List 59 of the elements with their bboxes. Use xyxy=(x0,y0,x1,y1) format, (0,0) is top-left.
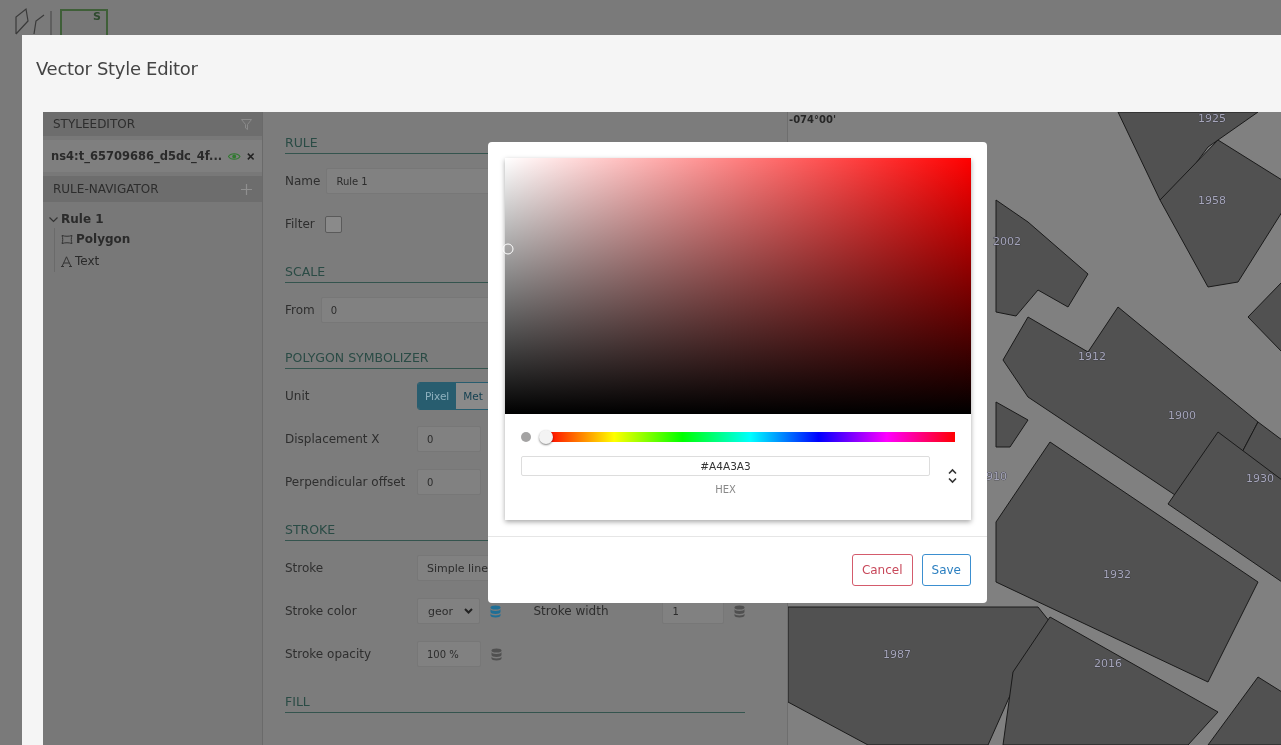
field-label: Filter xyxy=(285,217,315,231)
field-label: Stroke opacity xyxy=(285,647,373,661)
hue-slider-thumb[interactable] xyxy=(539,430,553,444)
parcel-label: 910 xyxy=(986,470,1007,483)
parcel-label: 1930 xyxy=(1246,472,1274,485)
saturation-brightness-area[interactable] xyxy=(505,158,971,414)
database-icon[interactable] xyxy=(490,604,502,618)
save-button[interactable]: Save xyxy=(921,554,971,586)
plus-icon[interactable] xyxy=(241,183,252,195)
hue-slider[interactable] xyxy=(539,430,955,444)
layer-name: ns4:t_65709686_d5dc_4f... xyxy=(51,149,223,163)
parcel-label: 1900 xyxy=(1168,409,1196,422)
parcel-label: 1932 xyxy=(1103,568,1131,581)
field-label: Stroke width xyxy=(533,604,610,618)
tree-item[interactable]: Rule 1 xyxy=(61,212,104,226)
logo-letter: S xyxy=(93,10,101,23)
field-label: Name xyxy=(285,174,321,188)
filter-icon[interactable] xyxy=(241,118,252,130)
text-icon xyxy=(61,255,72,267)
tree-item[interactable]: Text xyxy=(75,254,100,268)
database-icon[interactable] xyxy=(491,647,502,661)
window-title: Vector Style Editor xyxy=(36,58,198,79)
number-field[interactable]: 0 xyxy=(417,469,481,495)
select-field[interactable]: geor xyxy=(417,598,481,624)
chevron-down-icon[interactable] xyxy=(49,215,58,223)
panel-title: RULE-NAVIGATOR xyxy=(53,182,159,196)
field-label: Stroke xyxy=(285,561,325,575)
field-label: From xyxy=(285,303,315,317)
section-heading: FILL xyxy=(285,695,745,713)
format-label: HEX xyxy=(715,484,736,495)
cancel-button[interactable]: Cancel xyxy=(851,554,913,586)
panel-title: STYLEEDITOR xyxy=(53,117,136,131)
map-tool-icon[interactable] xyxy=(14,7,52,35)
field-label: Unit xyxy=(285,389,311,403)
layer-row[interactable]: ns4:t_65709686_d5dc_4f... xyxy=(43,140,262,172)
number-field[interactable]: 0 xyxy=(417,426,481,452)
number-field[interactable]: 100 % xyxy=(417,641,481,667)
close-icon[interactable] xyxy=(246,151,254,161)
unit-toggle-option[interactable]: Met xyxy=(456,383,490,409)
field-label: Stroke color xyxy=(285,604,358,618)
database-icon[interactable] xyxy=(734,604,745,618)
parcel-label: 1912 xyxy=(1078,350,1106,363)
checkbox[interactable] xyxy=(324,215,342,233)
chevron-down-icon xyxy=(464,608,474,614)
polygon-icon xyxy=(61,233,73,245)
field-label: Displacement X xyxy=(285,432,381,446)
eye-icon[interactable] xyxy=(228,150,241,162)
coordinate-label: -074°00' xyxy=(789,114,836,125)
up-down-icon[interactable] xyxy=(948,468,957,484)
color-preview-icon xyxy=(521,432,531,442)
parcel-label: 2002 xyxy=(993,235,1021,248)
hex-input-field[interactable]: #A4A3A3 xyxy=(521,456,930,476)
tree-item[interactable]: Polygon xyxy=(76,232,131,246)
parcel-label: 1987 xyxy=(883,648,911,661)
field-label: Perpendicular offset xyxy=(285,475,407,489)
parcel-label: 1925 xyxy=(1198,112,1226,125)
parcel-label: 1958 xyxy=(1198,194,1226,207)
unit-toggle-option[interactable]: Pixel xyxy=(418,383,457,409)
parcel-label: 2016 xyxy=(1094,657,1122,670)
